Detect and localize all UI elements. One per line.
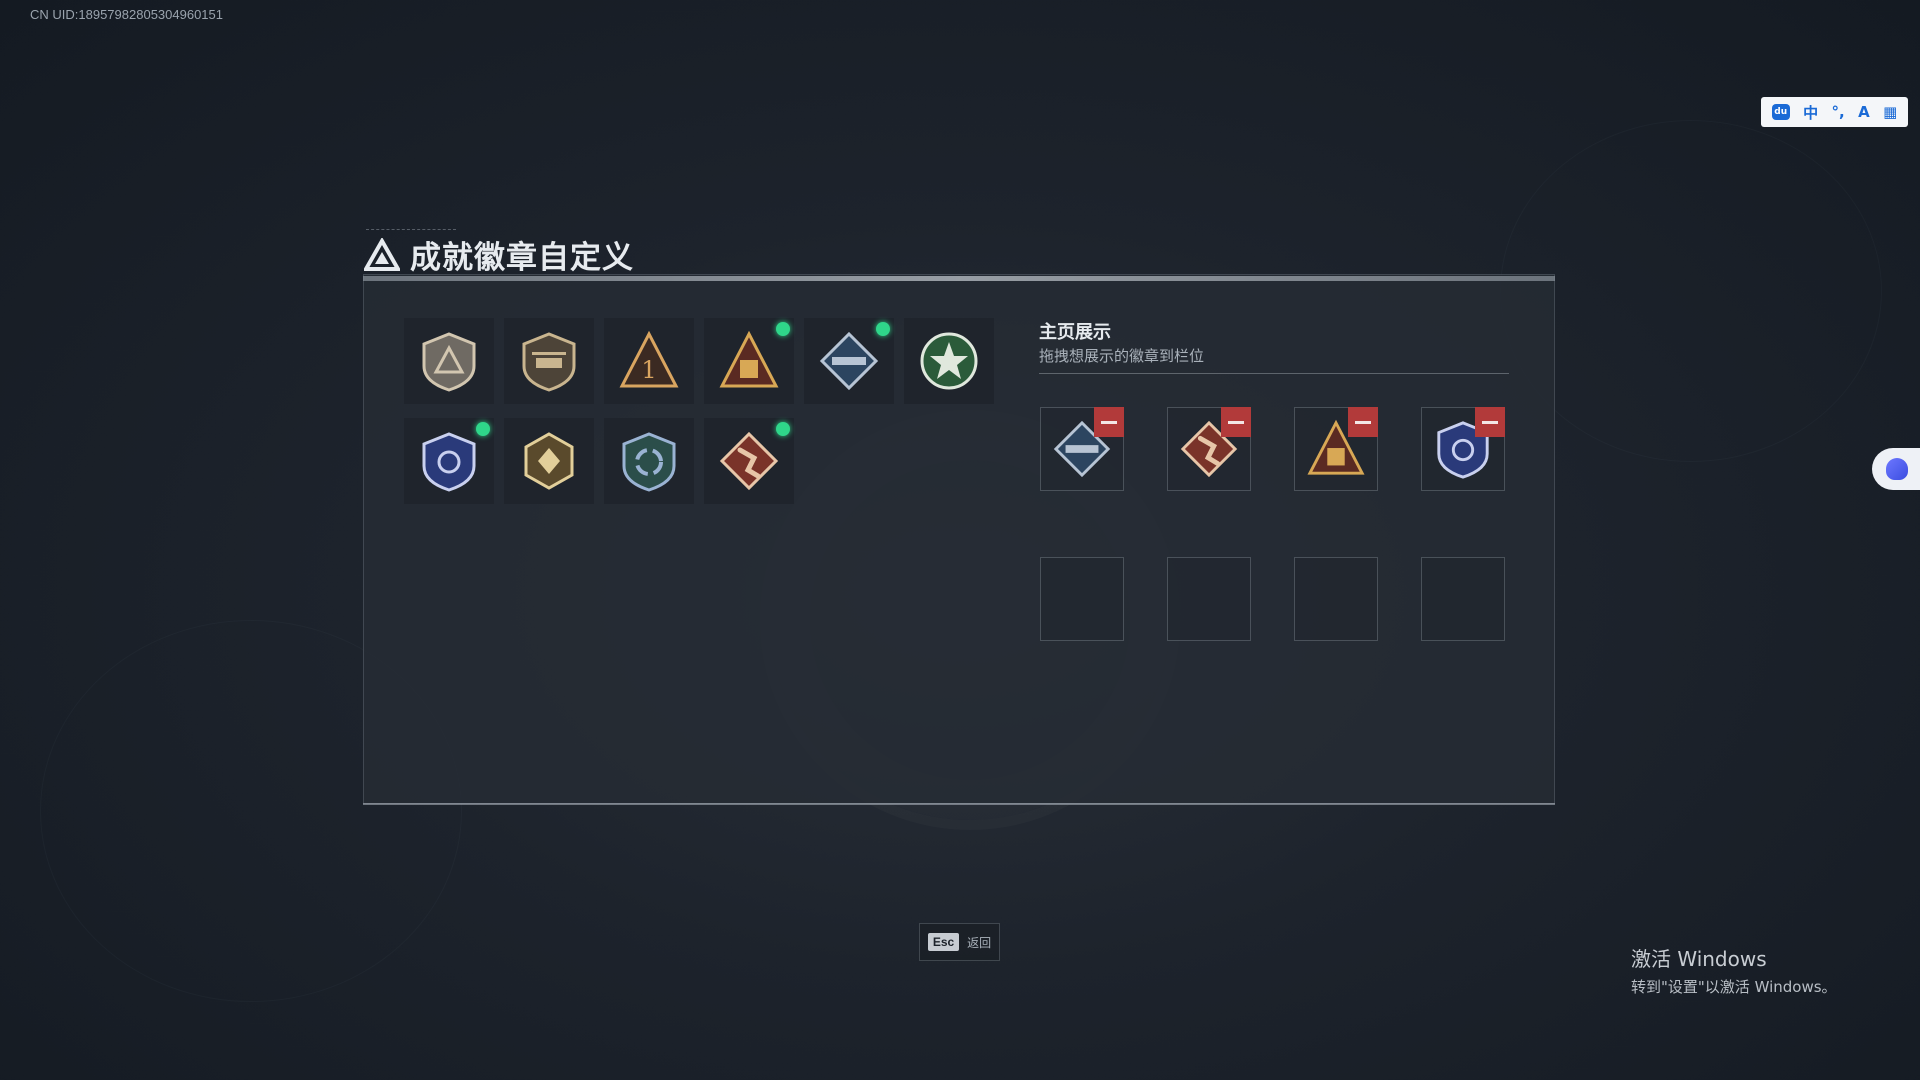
badge-gold-hexagon-icon (524, 432, 574, 490)
showcase-slot-filled[interactable] (1040, 407, 1124, 491)
showcase-slot-empty[interactable] (1040, 557, 1124, 641)
badge-runner[interactable] (704, 418, 794, 504)
badge-supply-crate[interactable] (704, 318, 794, 404)
activation-line-2: 转到"设置"以激活 Windows。 (1631, 978, 1837, 996)
showcase-slot-empty[interactable] (1167, 557, 1251, 641)
remove-badge-button[interactable] (1094, 407, 1124, 437)
minus-icon (1228, 420, 1244, 424)
side-assistant-button[interactable] (1872, 448, 1920, 490)
minus-icon (1101, 420, 1117, 424)
badge-green-star[interactable] (904, 318, 994, 404)
badge-supply-crate-icon (719, 330, 779, 388)
back-button[interactable]: Esc 返回 (919, 923, 1000, 961)
ime-grid-icon[interactable]: ▦ (1883, 103, 1897, 121)
badge-rocket-launcher-icon (819, 331, 879, 391)
showcase-slot-filled[interactable] (1294, 407, 1378, 491)
assistant-icon (1886, 458, 1908, 480)
minus-icon (1355, 420, 1371, 424)
new-indicator-dot (876, 322, 890, 336)
new-indicator-dot (776, 422, 790, 436)
ime-skin-icon[interactable]: A (1858, 103, 1870, 121)
showcase-slot-empty[interactable] (1421, 557, 1505, 641)
back-label: 返回 (967, 935, 992, 950)
showcase-slot-empty[interactable] (1294, 557, 1378, 641)
remove-badge-button[interactable] (1348, 407, 1378, 437)
showcase-subtitle: 拖拽想展示的徽章到栏位 (1039, 347, 1205, 365)
badge-helicopter-icon (522, 332, 576, 392)
ime-lang-toggle[interactable]: 中 (1803, 102, 1818, 123)
background-map-line (1500, 120, 1882, 462)
badge-rank-one[interactable]: 1 (604, 318, 694, 404)
ime-toolbar[interactable]: du 中 °, A ▦ (1761, 97, 1908, 127)
uid-label: CN UID:18957982805304960151 (30, 7, 223, 22)
badge-rocket-launcher[interactable] (804, 318, 894, 404)
badge-recycle-shield-icon (622, 432, 676, 492)
badge-recycle-shield[interactable] (604, 418, 694, 504)
minus-icon (1482, 420, 1498, 424)
badge-runner-icon (719, 431, 779, 491)
triangle-logo-icon (364, 237, 400, 271)
badge-blue-shield-emblem[interactable] (404, 418, 494, 504)
badge-rank-one-icon: 1 (619, 330, 679, 388)
showcase-title: 主页展示 (1039, 322, 1111, 343)
new-indicator-dot (476, 422, 490, 436)
badge-triangle-shield[interactable] (404, 318, 494, 404)
remove-badge-button[interactable] (1221, 407, 1251, 437)
baidu-paw-icon[interactable]: du (1771, 104, 1790, 120)
badge-helicopter[interactable] (504, 318, 594, 404)
showcase-slot-filled[interactable] (1167, 407, 1251, 491)
esc-key-hint: Esc (927, 933, 960, 951)
showcase-divider (1039, 373, 1509, 374)
badge-gold-hexagon[interactable] (504, 418, 594, 504)
badge-triangle-shield-icon (422, 332, 476, 392)
page-title: 成就徽章自定义 (410, 240, 634, 276)
windows-activation-watermark: 激活 Windows 转到"设置"以激活 Windows。 (1631, 943, 1837, 997)
showcase-slot-filled[interactable] (1421, 407, 1505, 491)
panel-bottom-line (363, 803, 1555, 805)
badge-green-star-icon (920, 332, 978, 390)
panel-top-bar (363, 276, 1555, 281)
svg-text:1: 1 (641, 356, 656, 384)
remove-badge-button[interactable] (1475, 407, 1505, 437)
ime-punct-toggle[interactable]: °, (1831, 103, 1844, 121)
badge-blue-shield-emblem-icon (422, 432, 476, 492)
new-indicator-dot (776, 322, 790, 336)
page-header: 成就徽章自定义 (364, 232, 634, 277)
activation-line-1: 激活 Windows (1631, 947, 1767, 971)
